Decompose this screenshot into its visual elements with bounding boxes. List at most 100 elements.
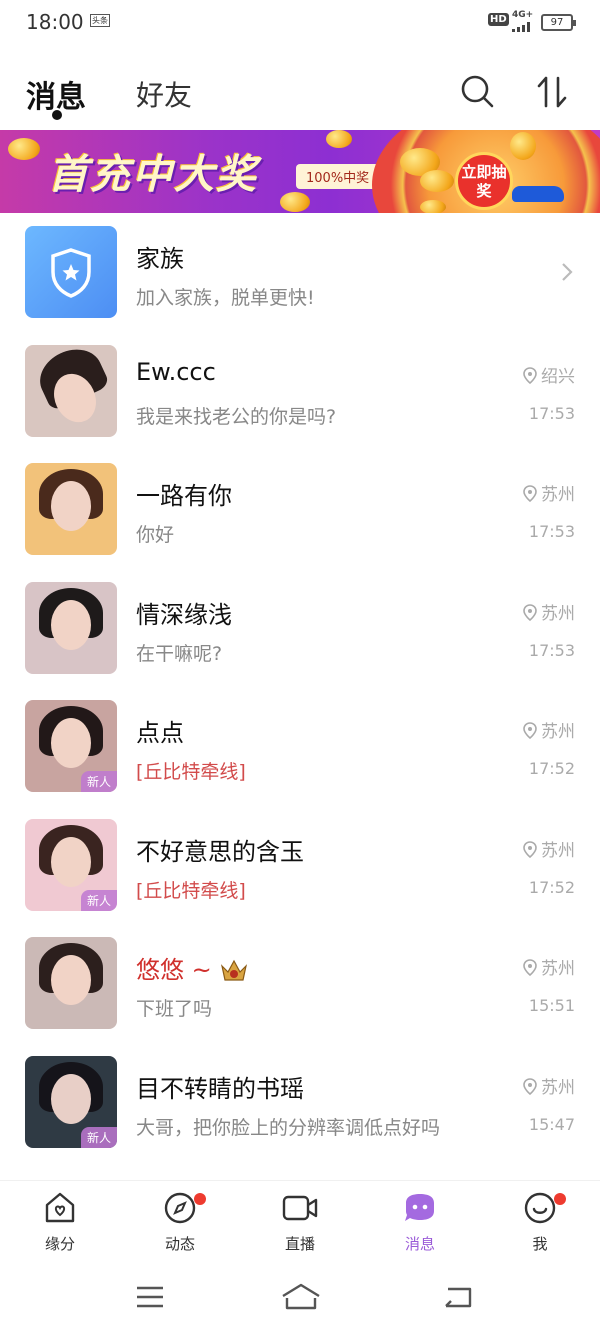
video-camera-icon <box>282 1195 318 1221</box>
nav-label: 消息 <box>404 1235 435 1253</box>
coin-icon <box>280 192 310 212</box>
location-text: 苏州 <box>541 485 575 505</box>
contact-name: 情深缘浅 <box>136 600 232 629</box>
message-time: 17:53 <box>528 640 575 660</box>
tab-friends[interactable]: 好友 <box>136 74 192 114</box>
message-preview: 我是来找老公的你是吗? <box>136 405 337 428</box>
contact-name: Ew.ccc <box>136 357 216 386</box>
signal-icon <box>512 22 532 32</box>
location-text: 苏州 <box>541 1077 575 1098</box>
status-bar: 18:00 头条 HD 4G+ 97 <box>0 0 600 46</box>
contact-name-text: 悠悠 ~ <box>136 956 212 984</box>
conversation-row[interactable]: 新人 不好意思的含玉 [丘比特牵线] 苏州 17:52 <box>0 806 600 925</box>
hd-indicator: HD <box>488 13 509 26</box>
conversation-list: 家族 加入家族，脱单更快! Ew.ccc 我是来找老公的你是吗? 绍兴 17:5… <box>0 213 600 1161</box>
conversation-row[interactable]: Ew.ccc 我是来找老公的你是吗? 绍兴 17:53 <box>0 332 600 451</box>
message-preview: [丘比特牵线] <box>136 761 246 783</box>
avatar <box>25 937 117 1029</box>
menu-icon[interactable] <box>132 1282 168 1312</box>
family-avatar <box>25 226 117 318</box>
contact-name: 不好意思的含玉 <box>136 837 304 866</box>
notification-dot <box>194 1193 206 1205</box>
contact-name: 悠悠 ~ <box>136 950 248 985</box>
location-text: 苏州 <box>541 722 575 742</box>
nav-live[interactable]: 直播 <box>260 1191 340 1254</box>
location: 绍兴 <box>523 362 575 387</box>
location-text: 苏州 <box>541 959 575 979</box>
news-app-icon: 头条 <box>90 14 110 27</box>
nav-fate[interactable]: 缘分 <box>20 1191 100 1254</box>
conversation-row[interactable]: 情深缘浅 在干嘛呢? 苏州 17:53 <box>0 569 600 688</box>
avatar <box>25 463 117 555</box>
vip-crown-icon <box>220 959 247 981</box>
avatar-face <box>51 1073 91 1124</box>
sort-icon[interactable] <box>532 72 572 112</box>
nav-label: 我 <box>532 1235 548 1253</box>
smiley-icon <box>524 1192 556 1224</box>
contact-name: 一路有你 <box>136 482 232 510</box>
location-pin-icon <box>523 1077 537 1095</box>
nav-me[interactable]: 我 <box>500 1191 580 1254</box>
new-user-badge: 新人 <box>80 1126 117 1148</box>
message-preview: 大哥，把你脸上的分辨率调低点好吗 <box>136 1116 441 1139</box>
message-time: 17:52 <box>528 759 575 778</box>
chat-bubble-icon <box>405 1194 434 1221</box>
new-user-badge: 新人 <box>80 771 117 792</box>
avatar-face <box>51 599 91 650</box>
location: 苏州 <box>523 599 575 624</box>
location-text: 苏州 <box>541 603 575 624</box>
family-entry[interactable]: 家族 加入家族，脱单更快! <box>0 213 600 332</box>
conversation-row[interactable]: 一路有你 你好 苏州 17:53 <box>0 450 600 569</box>
location: 苏州 <box>523 1073 575 1098</box>
location: 苏州 <box>523 480 575 505</box>
header: 消息 好友 <box>0 60 600 130</box>
location-text: 绍兴 <box>541 366 575 387</box>
location: 苏州 <box>523 717 575 742</box>
shield-icon <box>51 248 91 298</box>
network-type: 4G+ <box>512 10 534 20</box>
message-preview: [丘比特牵线] <box>136 879 246 902</box>
avatar: 新人 <box>25 1055 117 1148</box>
conversation-row[interactable]: 新人 目不转睛的书瑶 大哥，把你脸上的分辨率调低点好吗 苏州 15:47 <box>0 1043 600 1162</box>
chevron-right-icon <box>560 261 574 287</box>
system-nav-bar <box>0 1270 600 1333</box>
location-pin-icon <box>523 722 537 740</box>
coin-icon <box>326 130 352 148</box>
compass-icon <box>164 1192 196 1224</box>
home-icon[interactable] <box>280 1282 322 1312</box>
message-time: 17:53 <box>528 403 575 423</box>
location-pin-icon <box>523 840 537 858</box>
coin-icon <box>8 138 40 160</box>
avatar <box>25 581 117 674</box>
avatar-face <box>51 955 91 1005</box>
nav-label: 缘分 <box>44 1235 75 1253</box>
location-pin-icon <box>523 959 537 977</box>
new-user-badge: 新人 <box>80 889 117 911</box>
location: 苏州 <box>523 836 575 861</box>
banner-title: 首充中大奖 <box>48 152 258 198</box>
search-icon[interactable] <box>458 72 498 112</box>
location: 苏州 <box>523 954 575 979</box>
message-time: 15:51 <box>528 996 575 1015</box>
message-preview: 下班了吗 <box>136 998 213 1020</box>
nav-moments[interactable]: 动态 <box>140 1191 220 1254</box>
trophy-icon <box>510 132 536 160</box>
bottom-nav: 缘分 动态 直播 消息 我 <box>0 1180 600 1260</box>
message-preview: 在干嘛呢? <box>136 642 223 665</box>
contact-name: 目不转睛的书瑶 <box>136 1074 304 1103</box>
conversation-row[interactable]: 悠悠 ~ 下班了吗 苏州 15:51 <box>0 924 600 1043</box>
avatar <box>25 344 117 437</box>
nav-messages[interactable]: 消息 <box>380 1191 460 1254</box>
family-title: 家族 <box>136 245 184 273</box>
nav-label: 动态 <box>164 1235 195 1253</box>
avatar: 新人 <box>25 700 117 792</box>
location-text: 苏州 <box>541 840 575 861</box>
draw-button[interactable]: 立即抽奖 <box>455 152 513 210</box>
message-time: 17:52 <box>528 877 575 897</box>
back-icon[interactable] <box>440 1282 476 1312</box>
conversation-row[interactable]: 新人 点点 [丘比特牵线] 苏州 17:52 <box>0 687 600 806</box>
message-time: 15:47 <box>528 1114 575 1134</box>
notification-dot <box>554 1193 566 1205</box>
nav-label: 直播 <box>284 1235 315 1253</box>
family-subtitle: 加入家族，脱单更快! <box>136 287 315 309</box>
